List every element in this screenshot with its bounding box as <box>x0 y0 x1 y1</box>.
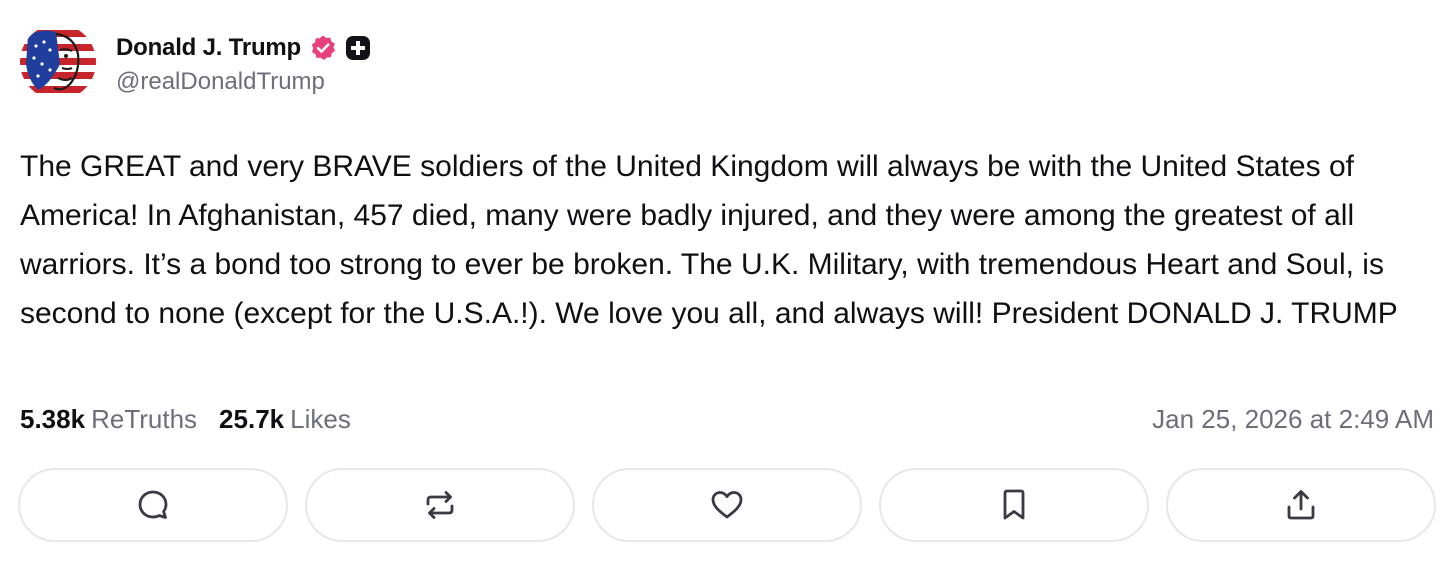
likes-count: 25.7k <box>219 404 285 434</box>
display-name[interactable]: Donald J. Trump <box>116 34 301 62</box>
share-icon <box>1287 490 1315 520</box>
reply-icon <box>138 490 168 519</box>
post-stats: 5.38k ReTruths 25.7k Likes <box>20 404 351 435</box>
action-bar <box>18 468 1436 542</box>
post-timestamp: Jan 25, 2026 at 2:49 AM <box>1152 404 1434 434</box>
verified-badge-icon <box>309 34 337 62</box>
retruths-count: 5.38k <box>20 404 86 434</box>
retruth-button[interactable] <box>305 468 575 542</box>
share-button[interactable] <box>1166 468 1436 542</box>
reply-button[interactable] <box>18 468 288 542</box>
likes-label: Likes <box>290 404 351 434</box>
retruths-label: ReTruths <box>91 404 198 434</box>
bookmark-icon <box>1003 489 1025 520</box>
avatar-image <box>20 24 96 100</box>
retruths-stat[interactable]: 5.38k ReTruths <box>20 404 197 435</box>
author-identity: Donald J. Trump @realDonaldTrump <box>116 28 371 96</box>
like-button[interactable] <box>592 468 862 542</box>
name-row: Donald J. Trump <box>116 28 371 68</box>
post-text: The GREAT and very BRAVE soldiers of the… <box>20 150 1398 330</box>
likes-stat[interactable]: 25.7k Likes <box>219 404 351 435</box>
heart-icon <box>711 491 743 519</box>
bookmark-button[interactable] <box>879 468 1149 542</box>
author-handle[interactable]: @realDonaldTrump <box>116 68 371 96</box>
plus-badge-icon <box>345 35 371 61</box>
avatar[interactable] <box>20 24 96 100</box>
post-header: Donald J. Trump @realDonaldTrump <box>20 24 371 100</box>
retruth-icon <box>426 491 454 519</box>
post-card: Donald J. Trump @realDonaldTrump The GRE… <box>0 0 1456 583</box>
